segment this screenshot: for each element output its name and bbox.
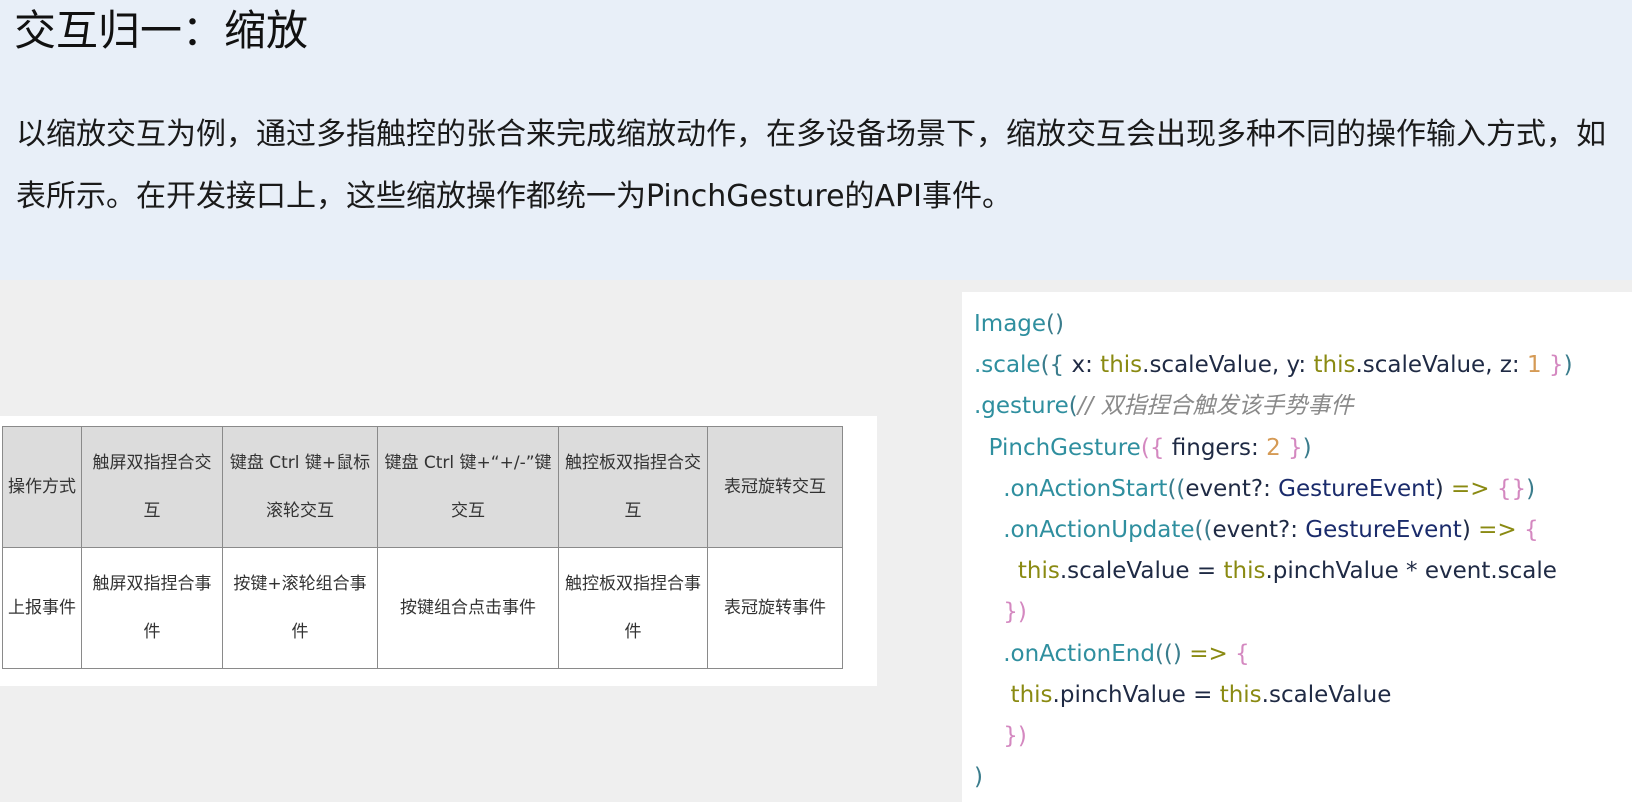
code-token: )	[974, 764, 983, 791]
code-token: 1	[1526, 352, 1542, 379]
table-cell: 触屏双指捏合事件	[81, 547, 223, 669]
code-token: GestureEvent	[1278, 475, 1435, 502]
code-token: event?:	[1185, 475, 1279, 502]
table-row: 上报事件 触屏双指捏合事件 按键+滚轮组合事件 按键组合点击事件 触控板双指捏合…	[2, 547, 843, 669]
code-token: this	[974, 681, 1053, 708]
code-token: this	[1100, 352, 1143, 379]
code-token: this	[1223, 558, 1266, 585]
code-token: )	[1461, 517, 1479, 544]
code-token: ()	[1046, 311, 1064, 337]
header-banner: 交互归一：缩放 以缩放交互为例，通过多指触控的张合来完成缩放动作，在多设备场景下…	[0, 0, 1632, 280]
table-cell: 上报事件	[2, 547, 82, 669]
table-header-cell: 表冠旋转交互	[707, 426, 843, 548]
code-token: this	[1219, 681, 1262, 708]
code-token: ({	[1040, 352, 1065, 379]
code-token: })	[974, 723, 1027, 750]
code-token: ((	[1167, 475, 1186, 502]
code-token: .pinchValue =	[1052, 681, 1220, 708]
table-cell: 按键组合点击事件	[377, 547, 559, 669]
table-header-cell: 操作方式	[2, 426, 82, 548]
code-block: Image() .scale({ x: this.scaleValue, y: …	[962, 292, 1632, 802]
code-token: this	[1313, 352, 1356, 379]
code-token: =>	[1478, 517, 1517, 544]
code-token: Image	[974, 311, 1047, 337]
code-token: ({	[1140, 434, 1165, 461]
table-header-cell: 触屏双指捏合交互	[81, 426, 223, 548]
code-token: ((	[1194, 517, 1213, 544]
code-token: =>	[1189, 640, 1228, 667]
table-cell: 表冠旋转事件	[707, 547, 843, 669]
code-token: .scaleValue, z:	[1355, 352, 1527, 379]
code-token: PinchGesture	[974, 434, 1141, 461]
code-token: }	[1541, 352, 1564, 379]
table-header-cell: 键盘 Ctrl 键+鼠标滚轮交互	[222, 426, 378, 548]
code-token: .onActionEnd	[974, 640, 1155, 667]
code-token: .onActionStart	[974, 475, 1168, 502]
code-token: (	[1068, 393, 1078, 420]
code-token: 2	[1266, 434, 1281, 461]
code-token: )	[1434, 475, 1452, 502]
code-token: .scaleValue =	[1059, 558, 1224, 585]
code-token: {}	[1489, 475, 1527, 502]
code-token: .scale	[974, 352, 1041, 379]
code-token: .onActionUpdate	[974, 517, 1195, 544]
code-comment: // 双指捏合触发该手势事件	[1077, 393, 1354, 420]
code-token: =>	[1451, 475, 1490, 502]
code-token: {	[1227, 640, 1250, 667]
code-token: x:	[1064, 352, 1101, 379]
code-token: .scaleValue	[1261, 681, 1392, 708]
table-cell: 触控板双指捏合事件	[558, 547, 708, 669]
page-title: 交互归一：缩放	[14, 6, 309, 55]
code-token: })	[974, 599, 1027, 626]
code-token: this	[974, 558, 1060, 585]
code-token: fingers:	[1164, 434, 1267, 461]
code-token: )	[1526, 475, 1536, 502]
code-token: )	[1302, 434, 1312, 461]
code-token: event?:	[1212, 517, 1306, 544]
table-header-cell: 键盘 Ctrl 键+“+/-”键交互	[377, 426, 559, 548]
operation-table: 操作方式 触屏双指捏合交互 键盘 Ctrl 键+鼠标滚轮交互 键盘 Ctrl 键…	[2, 426, 843, 669]
table-header-row: 操作方式 触屏双指捏合交互 键盘 Ctrl 键+鼠标滚轮交互 键盘 Ctrl 键…	[2, 426, 843, 548]
code-token: GestureEvent	[1305, 517, 1462, 544]
code-token: .gesture	[974, 393, 1069, 420]
code-text: Image() .scale({ x: this.scaleValue, y: …	[974, 304, 1573, 798]
table-cell: 按键+滚轮组合事件	[222, 547, 378, 669]
intro-paragraph: 以缩放交互为例，通过多指触控的张合来完成缩放动作，在多设备场景下，缩放交互会出现…	[16, 117, 1606, 214]
table-header-cell: 触控板双指捏合交互	[558, 426, 708, 548]
operation-table-panel: 操作方式 触屏双指捏合交互 键盘 Ctrl 键+鼠标滚轮交互 键盘 Ctrl 键…	[0, 416, 877, 686]
code-token: .pinchValue * event.scale	[1265, 558, 1557, 585]
code-token: (()	[1154, 640, 1190, 667]
code-token: {	[1516, 517, 1539, 544]
code-token: )	[1563, 352, 1573, 379]
code-token: }	[1280, 434, 1303, 461]
code-token: .scaleValue, y:	[1142, 352, 1314, 379]
